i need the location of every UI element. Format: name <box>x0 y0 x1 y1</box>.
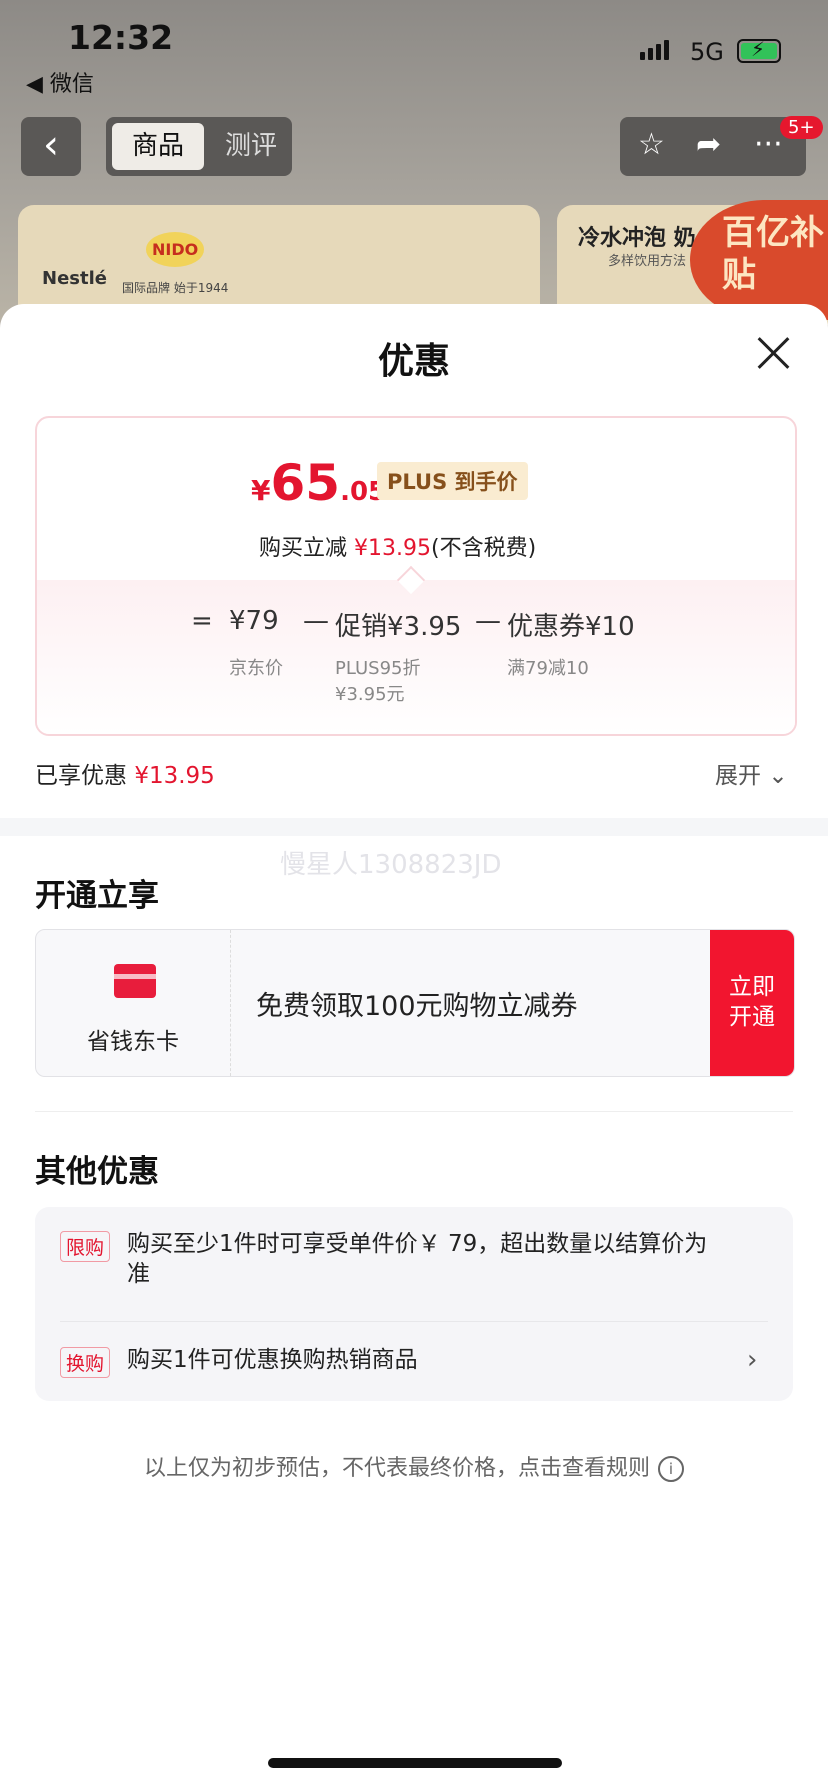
tab-review[interactable]: 测评 <box>216 123 286 170</box>
calc-coupon: 优惠券¥10 <box>507 612 635 642</box>
nestle-logo: Nestlé <box>42 268 107 289</box>
exchange-text[interactable]: 购买1件可优惠换购热销商品 <box>127 1345 418 1375</box>
footer-note[interactable]: 以上仅为初步预估，不代表最终价格，点击查看规则 i <box>0 1450 828 1482</box>
banner-right-title: 冷水冲泡 奶 <box>578 226 696 251</box>
row-separator <box>60 1321 768 1322</box>
calc-promo: 促销¥3.95 <box>335 612 462 642</box>
chevron-down-icon: ⌄ <box>768 763 788 789</box>
subsidy-badge: 百亿补贴 <box>690 200 828 320</box>
sheet-title: 优惠 <box>377 341 450 382</box>
limit-text: 购买至少1件时可享受单件价￥ 79，超出数量以结算价为准 <box>127 1231 708 1287</box>
chevron-right-icon[interactable]: › <box>747 1345 757 1375</box>
status-time: 12:32 <box>68 18 174 57</box>
back-button[interactable]: ‹ <box>21 117 81 176</box>
nav-tabs: 商品 测评 <box>106 117 292 176</box>
calc-base-price: ¥79 <box>229 606 279 636</box>
signal-icon <box>640 40 669 60</box>
instant-reduce: 购买立减 ¥13.95(不含税费) <box>259 530 536 562</box>
nav-actions: ☆ ➦ ··· <box>620 117 806 176</box>
open-now-button[interactable]: 立即 开通 <box>710 930 794 1076</box>
price-integer: 65 <box>270 454 341 512</box>
brand-note: 国际品牌 始于1944 <box>122 281 229 295</box>
membership-card-offer: 省钱东卡 免费领取100元购物立减券 立即 开通 <box>35 929 795 1077</box>
footer-text[interactable]: 以上仅为初步预估，不代表最终价格，点击查看规则 <box>144 1456 650 1481</box>
price-currency: ¥ <box>251 474 271 507</box>
network-label: 5G <box>690 38 724 66</box>
limit-tag: 限购 <box>60 1231 111 1262</box>
more-icon[interactable]: ··· <box>754 127 783 162</box>
expand-label: 展开 <box>715 763 761 789</box>
calc-promo-amount: ¥3.95元 <box>335 684 405 705</box>
expand-button[interactable]: 展开 ⌄ <box>715 756 788 790</box>
exchange-tag[interactable]: 换购 <box>60 1347 111 1378</box>
close-icon[interactable] <box>754 334 794 374</box>
calc-promo-label: PLUS95折 <box>335 658 421 679</box>
card-left: 省钱东卡 <box>36 930 231 1076</box>
open-button-line2: 开通 <box>729 1004 775 1030</box>
info-icon[interactable]: i <box>658 1456 684 1482</box>
battery-icon: ⚡ <box>737 37 781 63</box>
open-section-title: 开通立享 <box>35 878 159 914</box>
reduce-amount: ¥13.95 <box>354 536 431 561</box>
nido-logo: NIDO <box>146 232 205 267</box>
card-name: 省钱东卡 <box>87 1029 179 1055</box>
section-divider <box>0 818 828 836</box>
star-icon[interactable]: ☆ <box>638 127 665 162</box>
open-button-line1: 立即 <box>729 974 775 1000</box>
calc-base-label: 京东价 <box>229 658 283 679</box>
discount-sheet: 优惠 ¥65.05 PLUS 到手价 购买立减 ¥13.95(不含税费) = ¥… <box>0 304 828 1792</box>
enjoyed-label: 已享优惠 <box>35 763 127 789</box>
reduce-note: (不含税费) <box>431 536 537 561</box>
price-card: ¥65.05 PLUS 到手价 购买立减 ¥13.95(不含税费) = ¥79 … <box>35 416 797 736</box>
enjoyed-amount: ¥13.95 <box>134 763 215 789</box>
plus-price-tag: PLUS 到手价 <box>377 462 528 500</box>
other-section-title: 其他优惠 <box>35 1154 159 1190</box>
calc-minus: — <box>303 606 329 636</box>
card-icon <box>114 964 156 998</box>
watermark: 慢星人1308823JD <box>280 850 502 880</box>
back-to-app-link[interactable]: ◀ 微信 <box>26 66 94 98</box>
message-badge: 5+ <box>780 116 823 139</box>
reduce-label: 购买立减 <box>259 536 348 561</box>
share-icon[interactable]: ➦ <box>696 127 721 162</box>
final-price: ¥65.05 <box>251 454 386 512</box>
calc-equals: = <box>191 606 213 636</box>
divider <box>35 1111 793 1112</box>
card-description: 免费领取100元购物立减券 <box>256 991 578 1022</box>
banner-right-sub: 多样饮用方法 <box>608 254 687 269</box>
calc-coupon-label: 满79减10 <box>507 658 589 679</box>
tab-product[interactable]: 商品 <box>112 123 204 170</box>
enjoyed-discount: 已享优惠 ¥13.95 <box>35 756 215 790</box>
calc-minus: — <box>475 606 501 636</box>
other-offers-list: 限购 购买至少1件时可享受单件价￥ 79，超出数量以结算价为准 换购 购买1件可… <box>35 1207 793 1401</box>
home-indicator[interactable] <box>268 1758 562 1768</box>
